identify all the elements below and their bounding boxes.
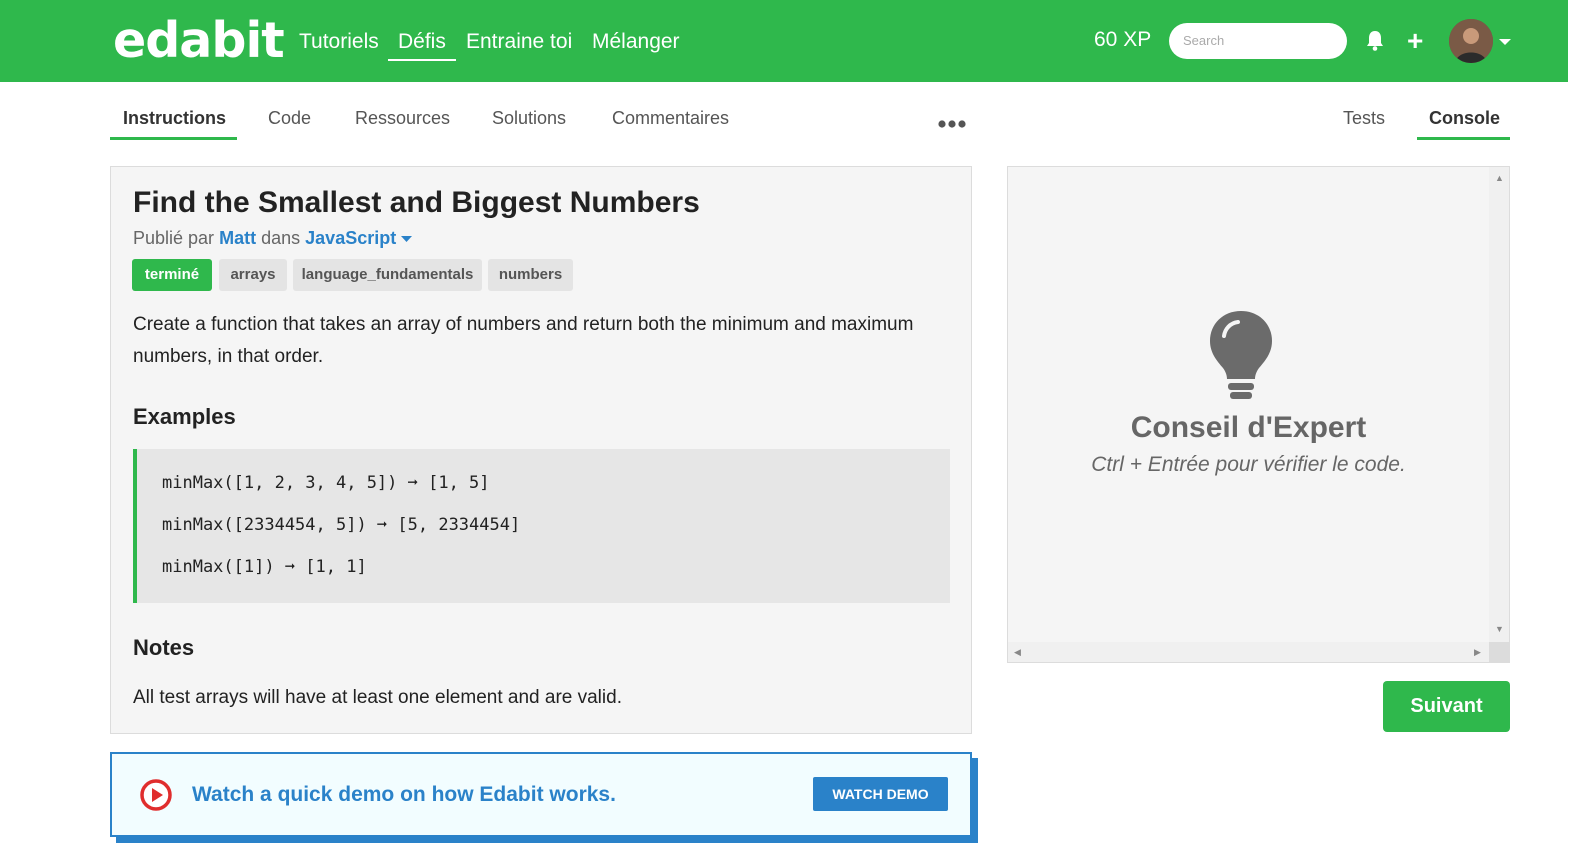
next-button[interactable]: Suivant [1383,681,1510,732]
active-console-tab-indicator [1417,137,1510,140]
tab-solutions[interactable]: Solutions [492,106,566,130]
caret-down-icon[interactable] [1499,39,1511,45]
published-by-label: Publié par [133,228,215,248]
tab-ressources[interactable]: Ressources [355,106,450,130]
example-line: minMax([1, 2, 3, 4, 5]) ➞ [1, 5] [162,473,490,493]
play-icon[interactable] [140,779,172,816]
active-tab-indicator [110,137,237,140]
notes-text: All test arrays will have at least one e… [133,687,622,708]
watch-demo-button[interactable]: WATCH DEMO [813,777,948,811]
lightbulb-icon [1208,309,1274,406]
tag-arrays[interactable]: arrays [219,259,287,291]
demo-banner: Watch a quick demo on how Edabit works. … [110,752,972,837]
tab-commentaires[interactable]: Commentaires [612,106,729,130]
nav-link-tutoriels[interactable]: Tutoriels [299,28,379,56]
edabit-logo[interactable]: edabit [113,13,285,69]
scrollbar-corner [1489,642,1509,662]
examples-code-block: minMax([1, 2, 3, 4, 5]) ➞ [1, 5] minMax(… [133,449,950,603]
demo-text[interactable]: Watch a quick demo on how Edabit works. [192,782,616,808]
search-input[interactable]: Search [1169,23,1347,59]
tip-title: Conseil d'Expert [1130,411,1367,444]
vertical-scrollbar[interactable]: ▲ ▼ [1489,167,1509,642]
scroll-right-icon[interactable]: ▶ [1474,647,1481,657]
scroll-down-icon[interactable]: ▼ [1495,624,1504,634]
tag-language-fundamentals[interactable]: language_fundamentals [293,259,482,291]
horizontal-scrollbar[interactable]: ◀ ▶ [1008,642,1489,662]
example-line: minMax([2334454, 5]) ➞ [5, 2334454] [162,515,521,535]
scroll-left-icon[interactable]: ◀ [1014,647,1021,657]
tip-subtitle: Ctrl + Entrée pour vérifier le code. [1091,453,1406,476]
tag-numbers[interactable]: numbers [488,259,573,291]
nav-link-defis[interactable]: Défis [388,28,456,61]
notes-heading: Notes [133,635,195,660]
console-panel[interactable]: ▲ ▼ ◀ ▶ Conseil d'Expert Ctrl + Entrée p… [1007,166,1510,663]
language-caret-icon[interactable] [401,235,413,243]
nav-link-melanger[interactable]: Mélanger [592,28,680,56]
language-link[interactable]: JavaScript [305,228,396,248]
tab-instructions[interactable]: Instructions [123,106,226,130]
in-label: dans [261,228,301,248]
top-navbar: edabit Tutoriels Défis Entraine toi Méla… [0,0,1568,82]
xp-counter: 60 XP [1094,28,1152,51]
nav-link-entraine-toi[interactable]: Entraine toi [466,28,572,56]
example-line: minMax([1]) ➞ [1, 1] [162,557,367,577]
author-link[interactable]: Matt [219,228,256,248]
tab-code[interactable]: Code [268,106,311,130]
challenge-meta: Publié par Matt dans JavaScript [133,226,413,250]
avatar[interactable] [1449,19,1493,63]
tab-tests[interactable]: Tests [1343,106,1385,130]
tab-console[interactable]: Console [1429,106,1500,130]
bell-icon[interactable] [1366,30,1384,57]
challenge-description: Create a function that takes an array of… [133,314,914,367]
instructions-panel: Find the Smallest and Biggest Numbers Pu… [110,166,972,734]
more-dots-icon[interactable] [938,116,966,134]
scroll-up-icon[interactable]: ▲ [1495,173,1504,183]
plus-icon[interactable]: + [1407,27,1423,55]
tag-termine[interactable]: terminé [132,259,212,291]
examples-heading: Examples [133,404,236,429]
challenge-title: Find the Smallest and Biggest Numbers [133,186,700,219]
